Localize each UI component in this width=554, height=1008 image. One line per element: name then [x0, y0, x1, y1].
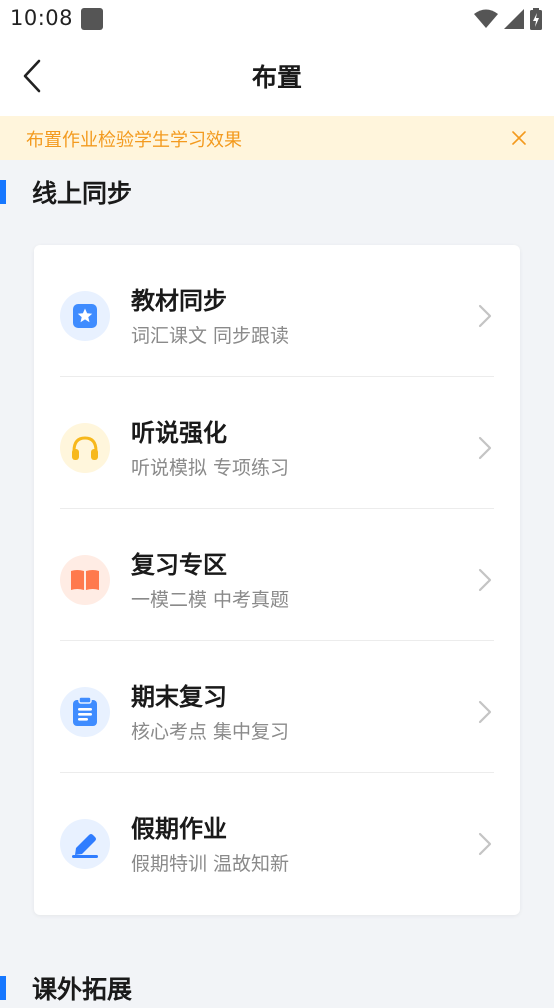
item-subtitle: 听说模拟 专项练习	[131, 457, 290, 479]
section-title: 线上同步	[32, 179, 133, 208]
section-header-online: 线上同步	[0, 172, 554, 212]
item-title: 听说强化	[131, 419, 227, 447]
notice-banner: 布置作业检验学生学习效果	[0, 116, 554, 160]
status-bar: 10:08	[0, 0, 554, 38]
close-icon	[512, 131, 526, 145]
section-title: 课外拓展	[32, 975, 133, 1004]
battery-icon	[530, 8, 542, 30]
section-accent-bar	[0, 976, 6, 1000]
page-title: 布置	[251, 63, 302, 92]
list-item-review-zone[interactable]: 复习专区 一模二模 中考真题	[34, 509, 520, 641]
list-item-final-review[interactable]: 期末复习 核心考点 集中复习	[34, 641, 520, 773]
list-item-listening-speaking[interactable]: 听说强化 听说模拟 专项练习	[34, 377, 520, 509]
star-badge-icon	[60, 291, 110, 341]
notification-app-icon	[81, 8, 103, 30]
item-title: 假期作业	[131, 815, 227, 843]
chevron-right-icon	[476, 435, 494, 461]
clipboard-icon	[60, 687, 110, 737]
status-indicators	[474, 8, 542, 30]
pencil-icon	[60, 819, 110, 869]
nav-bar: 布置	[0, 38, 554, 116]
section-accent-bar	[0, 180, 6, 204]
item-subtitle: 一模二模 中考真题	[131, 589, 290, 611]
assignment-card: 教材同步 词汇课文 同步跟读 听说强化 听说模拟 专项练习 复习专区 一模二模 …	[34, 245, 520, 915]
cell-signal-icon	[504, 9, 524, 29]
item-subtitle: 假期特训 温故知新	[131, 853, 290, 875]
chevron-right-icon	[476, 699, 494, 725]
section-header-extra: 课外拓展	[0, 968, 554, 1008]
chevron-right-icon	[476, 303, 494, 329]
list-item-textbook-sync[interactable]: 教材同步 词汇课文 同步跟读	[34, 245, 520, 377]
wifi-icon	[474, 9, 498, 28]
item-title: 期末复习	[131, 683, 227, 711]
open-book-icon	[60, 555, 110, 605]
item-title: 复习专区	[131, 551, 227, 579]
list-item-holiday-homework[interactable]: 假期作业 假期特训 温故知新	[34, 773, 520, 905]
headphones-icon	[60, 423, 110, 473]
status-time: 10:08	[10, 6, 74, 30]
item-subtitle: 核心考点 集中复习	[131, 721, 290, 743]
chevron-right-icon	[476, 831, 494, 857]
item-subtitle: 词汇课文 同步跟读	[131, 325, 290, 347]
notice-text: 布置作业检验学生学习效果	[26, 130, 242, 151]
chevron-right-icon	[476, 567, 494, 593]
item-title: 教材同步	[131, 287, 227, 315]
notice-close-button[interactable]	[508, 127, 530, 149]
